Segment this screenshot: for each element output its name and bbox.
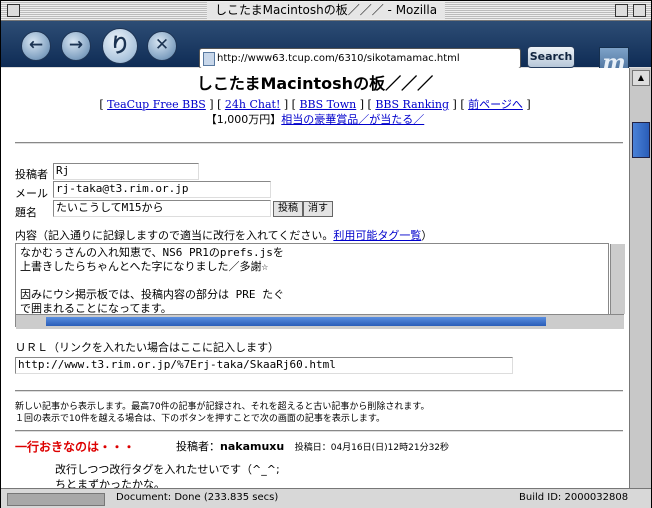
textarea-vertical-scrollbar[interactable] [610,244,625,314]
date-meta-label: 投稿日： [294,443,331,453]
poster-input[interactable]: Rj [53,163,199,180]
status-text: Document: Done (233.835 secs) [116,492,279,503]
promo-link[interactable]: 相当の豪華賞品／が当たる／ [281,113,424,126]
build-id: Build ID: 2000032808 [519,492,629,503]
search-button[interactable]: Search [527,46,575,68]
url-input[interactable]: http://www.t3.rim.or.jp/%7Erj-taka/SkaaR… [15,357,513,374]
post-body-line: 改行しつつ改行タグを入れたせいです（^_^; [55,463,280,476]
status-bar: Document: Done (233.835 secs) Build ID: … [1,488,651,508]
content-line [20,274,604,288]
stop-icon[interactable]: ✕ [147,31,177,61]
promo-line: 【1,000万円】相当の豪華賞品／が当たる／ [1,113,629,127]
divider [15,142,623,144]
email-input[interactable]: rj-taka@t3.rim.or.jp [53,181,271,198]
page-icon [203,52,215,66]
reload-icon[interactable]: り [102,28,138,64]
link-chat[interactable]: 24h Chat! [225,98,280,111]
email-label: メール [15,187,48,200]
poster-meta-label: 投稿者： [176,440,220,453]
nav-links: [ TeaCup Free BBS ] [ 24h Chat! ] [ BBS … [99,98,531,111]
post-body-line: ちとまずかったかな。 [55,478,165,488]
poster-label: 投稿者 [15,168,48,181]
link-bbs-ranking[interactable]: BBS Ranking [375,98,449,111]
url-label: ＵＲＬ（リンクを入れたい場合はここに記入します） [15,341,279,354]
zoom-box-icon[interactable] [615,4,628,17]
link-prev-page[interactable]: 前ページへ [468,98,523,111]
window-title: しこたまMacintoshの板／／／ - Mozilla [206,2,446,19]
forward-icon[interactable]: → [61,31,91,61]
post-meta: 投稿者：nakamuxu 投稿日：04月16日(日)12時21分32秒 [176,438,449,454]
content-label-text: 内容（記入通りに記録しますので適当に改行を入れてください。 [15,229,334,242]
post-date: 04月16日(日)12時21分32秒 [330,443,450,453]
clear-button[interactable]: 消す [303,201,333,217]
page-vertical-scrollbar[interactable]: ▲ [629,68,651,488]
divider [15,430,623,432]
scroll-up-icon[interactable]: ▲ [632,70,650,86]
submit-button[interactable]: 投稿 [273,201,303,217]
poster-name: nakamuxu [220,440,285,453]
content-label: 内容（記入通りに記録しますので適当に改行を入れてください。利用可能タグ一覧） [15,227,432,243]
page-content: しこたまMacintoshの板／／／ [ TeaCup Free BBS ] [… [1,68,629,488]
title-bar[interactable]: しこたまMacintoshの板／／／ - Mozilla [1,1,651,21]
page-heading: しこたまMacintoshの板／／／ [196,74,434,93]
collapse-box-icon[interactable] [633,4,646,17]
page-scroll-thumb[interactable] [632,122,650,158]
content-line: 因みにウシ掲示板では、投稿内容の部分は PRE たぐ [20,288,285,301]
textarea-horizontal-scrollbar[interactable] [16,314,624,329]
link-teacup[interactable]: TeaCup Free BBS [107,98,206,111]
url-text[interactable]: http://www63.tcup.com/6310/sikotamamac.h… [217,49,460,68]
subject-label: 題名 [15,206,37,219]
textarea-scroll-thumb[interactable] [46,317,546,326]
close-box-icon[interactable] [7,4,20,17]
content-line: 上書きしたらちゃんとへた字になりました／多謝☆ [20,260,269,273]
promo-prefix: 【1,000万円】 [205,113,282,126]
navigation-toolbar: ← → り ✕ http://www63.tcup.com/6310/sikot… [1,21,651,79]
link-bbs-town[interactable]: BBS Town [299,98,356,111]
back-icon[interactable]: ← [21,31,51,61]
post-title: 一行おきなのは・・・ [15,440,136,454]
browser-window: しこたまMacintoshの板／／／ - Mozilla ← → り ✕ htt… [0,0,652,508]
notice-line-1: 新しい記事から表示します。最高70件の記事が記録され、それを超えると古い記事から… [15,402,430,412]
divider [15,390,623,392]
notice-line-2: １回の表示で10件を越える場合は、下のボタンを押すことで次の画面の記事を表示しま… [15,414,386,424]
content-textarea[interactable]: なかむぅさんの入れ知恵で、NS6 PR1のprefs.jsを 上書きしたらちゃん… [15,243,625,329]
url-bar[interactable]: http://www63.tcup.com/6310/sikotamamac.h… [199,48,521,69]
subject-input[interactable]: たいこうしてM15から [53,200,271,217]
tag-list-link[interactable]: 利用可能タグ一覧 [333,229,421,242]
content-line: なかむぅさんの入れ知恵で、NS6 PR1のprefs.jsを [20,246,284,259]
post-body: 改行しつつ改行タグを入れたせいです（^_^; ちとまずかったかな。 [55,462,280,488]
content-label-end: ） [421,229,433,242]
progress-bar [7,493,105,506]
